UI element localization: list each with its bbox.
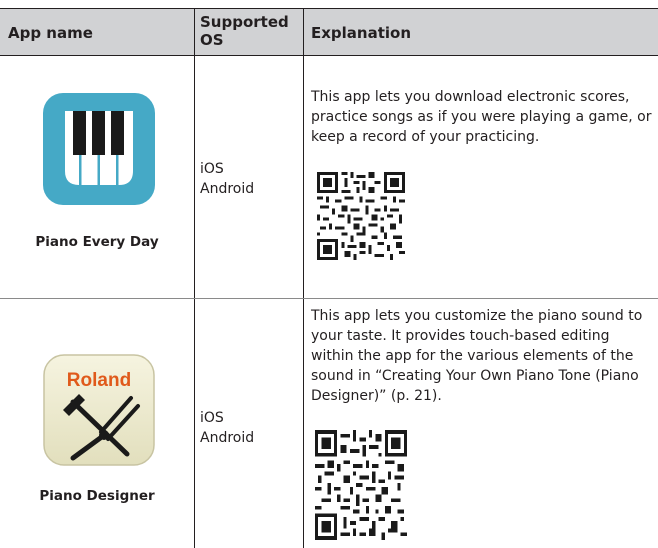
app-table: App name Supported OS Explanation Piano … [0, 0, 658, 548]
column-divider [303, 8, 304, 548]
row-divider [0, 298, 658, 299]
qr-code-icon [315, 430, 407, 540]
supported-os: iOS Android [200, 161, 255, 197]
app-explanation: This app lets you customize the piano so… [311, 308, 643, 404]
piano-keys-icon [43, 93, 155, 205]
roland-tuning-tools-icon: Roland [43, 354, 155, 466]
app-name: Piano Every Day [35, 234, 159, 250]
roland-logo-text: Roland [67, 370, 131, 391]
header-supported-os: Supported OS [200, 13, 289, 49]
column-divider [194, 8, 195, 548]
app-explanation: This app lets you download electronic sc… [311, 89, 652, 145]
supported-os: iOS Android [200, 410, 255, 446]
qr-code-icon [317, 167, 405, 265]
header-explanation: Explanation [311, 24, 412, 42]
header-app-name: App name [8, 24, 93, 42]
app-name: Piano Designer [39, 488, 155, 504]
